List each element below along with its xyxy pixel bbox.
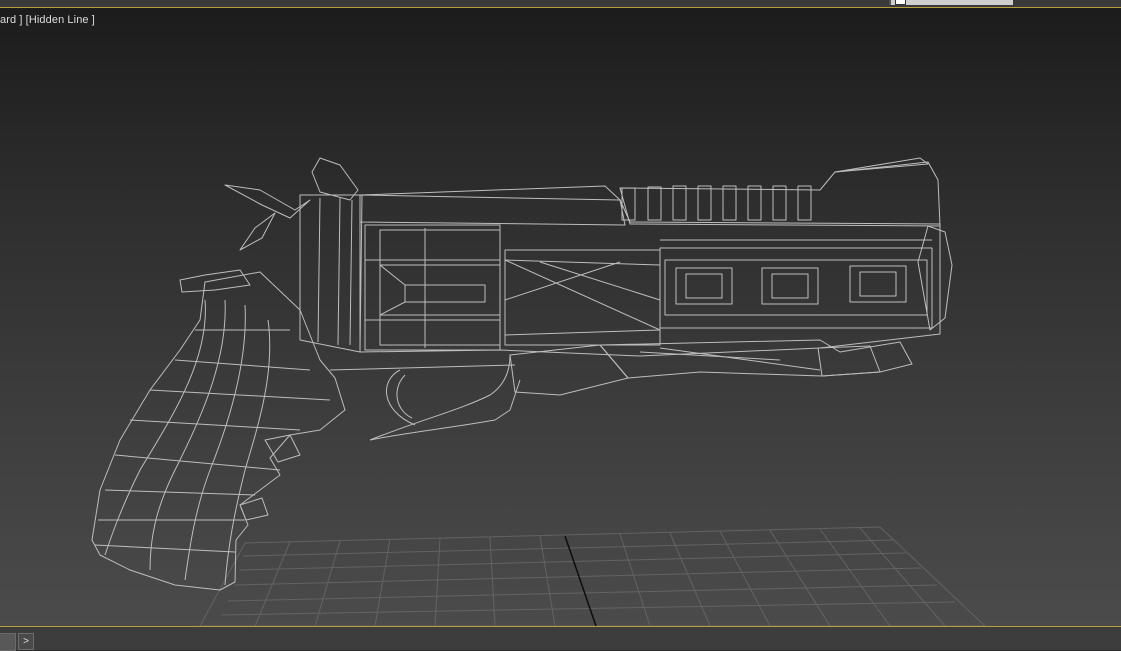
grid-axis-line bbox=[564, 535, 597, 626]
top-toolbar-strip bbox=[0, 0, 1121, 8]
ground-grid bbox=[199, 526, 986, 626]
timeline-bar: > bbox=[0, 626, 1121, 651]
toolbar-checkbox[interactable] bbox=[895, 0, 906, 5]
perspective-viewport[interactable]: ard ] [Hidden Line ] bbox=[0, 8, 1121, 626]
timeline-next-button[interactable]: > bbox=[18, 633, 34, 650]
toolbar-dropdown[interactable] bbox=[889, 0, 1013, 5]
timeline-slider-handle[interactable] bbox=[0, 633, 16, 651]
wireframe-scene bbox=[91, 157, 986, 626]
revolver-wireframe bbox=[91, 157, 953, 591]
